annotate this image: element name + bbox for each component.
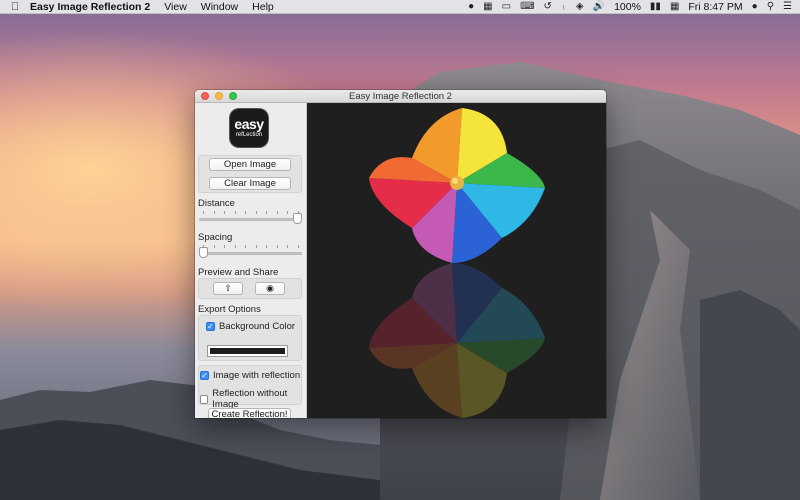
- background-color-swatch: [210, 348, 285, 354]
- app-status-icon[interactable]: ▦: [483, 1, 492, 12]
- apple-menu-icon[interactable]: : [0, 1, 30, 13]
- distance-slider[interactable]: [199, 218, 302, 221]
- menu-view[interactable]: View: [164, 1, 187, 13]
- image-with-reflection-option[interactable]: ✓ Image with reflection: [200, 370, 300, 381]
- window-controls: [201, 92, 237, 100]
- reflection-without-image-option[interactable]: Reflection without Image: [200, 388, 306, 410]
- spacing-slider-knob[interactable]: [199, 247, 208, 258]
- flag-icon[interactable]: ▦: [670, 1, 679, 12]
- notification-center-icon[interactable]: ☰: [783, 1, 792, 12]
- control-sidebar: easy refLection Open Image Clear Image D…: [195, 103, 307, 418]
- create-reflection-button[interactable]: Create Reflection!: [208, 408, 291, 418]
- spacing-label: Spacing: [198, 232, 233, 243]
- reflection-without-image-checkbox[interactable]: [200, 394, 209, 404]
- distance-label: Distance: [198, 198, 235, 209]
- share-button[interactable]: ⇧: [213, 282, 243, 295]
- volume-icon[interactable]: 🔊: [593, 1, 605, 12]
- preview-share-label: Preview and Share: [198, 267, 279, 278]
- export-options-label: Export Options: [198, 304, 261, 315]
- pinwheel-image: [369, 108, 545, 418]
- background-color-checkbox[interactable]: ✓: [206, 322, 215, 331]
- time-machine-icon[interactable]: ↺: [544, 1, 552, 12]
- menu-window[interactable]: Window: [201, 1, 238, 13]
- wifi-icon[interactable]: ◈: [576, 1, 584, 12]
- battery-icon[interactable]: ▮▮: [650, 1, 661, 12]
- pinwheel-original: [369, 108, 545, 263]
- evernote-icon[interactable]: ●: [468, 1, 474, 12]
- zoom-button[interactable]: [229, 92, 237, 100]
- app-window: Easy Image Reflection 2 easy refLection …: [195, 90, 606, 418]
- bluetooth-icon[interactable]: ᛧ: [561, 1, 567, 12]
- user-icon[interactable]: ●: [752, 1, 758, 12]
- spacing-slider-ticks: [203, 245, 299, 248]
- distance-slider-ticks: [203, 211, 299, 214]
- share-icon: ⇧: [224, 283, 232, 293]
- app-menu[interactable]: Easy Image Reflection 2: [30, 1, 150, 13]
- clear-image-button[interactable]: Clear Image: [209, 177, 291, 190]
- spotlight-search-icon[interactable]: ⚲: [767, 1, 774, 12]
- window-title: Easy Image Reflection 2: [349, 90, 452, 102]
- menu-help[interactable]: Help: [252, 1, 274, 13]
- image-with-reflection-checkbox[interactable]: ✓: [200, 371, 209, 380]
- image-with-reflection-label: Image with reflection: [213, 370, 301, 381]
- eye-icon: ◉: [266, 283, 274, 293]
- preview-button[interactable]: ◉: [255, 282, 285, 295]
- keyboard-icon[interactable]: ⌨: [520, 1, 534, 12]
- menu-bar:  Easy Image Reflection 2 View Window He…: [0, 0, 800, 14]
- background-color-well[interactable]: [207, 345, 288, 357]
- app-logo: easy refLection: [230, 109, 268, 147]
- logo-text-reflection: refLection: [235, 132, 263, 138]
- distance-slider-knob[interactable]: [293, 213, 302, 224]
- close-button[interactable]: [201, 92, 209, 100]
- open-image-button[interactable]: Open Image: [209, 158, 291, 171]
- minimize-button[interactable]: [215, 92, 223, 100]
- clock[interactable]: Fri 8:47 PM: [688, 1, 742, 13]
- preview-canvas: [307, 103, 606, 418]
- status-area: ● ▦ ▭ ⌨ ↺ ᛧ ◈ 🔊 100% ▮▮ ▦ Fri 8:47 PM ● …: [468, 1, 800, 13]
- pinwheel-reflection: [369, 263, 545, 418]
- window-titlebar[interactable]: Easy Image Reflection 2: [195, 90, 606, 103]
- reflection-without-image-label: Reflection without Image: [212, 388, 288, 410]
- logo-text-easy: easy: [234, 116, 264, 132]
- spacing-slider[interactable]: [199, 252, 302, 255]
- background-color-option[interactable]: ✓ Background Color: [206, 321, 295, 332]
- background-color-label: Background Color: [219, 321, 296, 332]
- airplay-icon[interactable]: ▭: [502, 1, 511, 12]
- battery-percent[interactable]: 100%: [614, 1, 641, 13]
